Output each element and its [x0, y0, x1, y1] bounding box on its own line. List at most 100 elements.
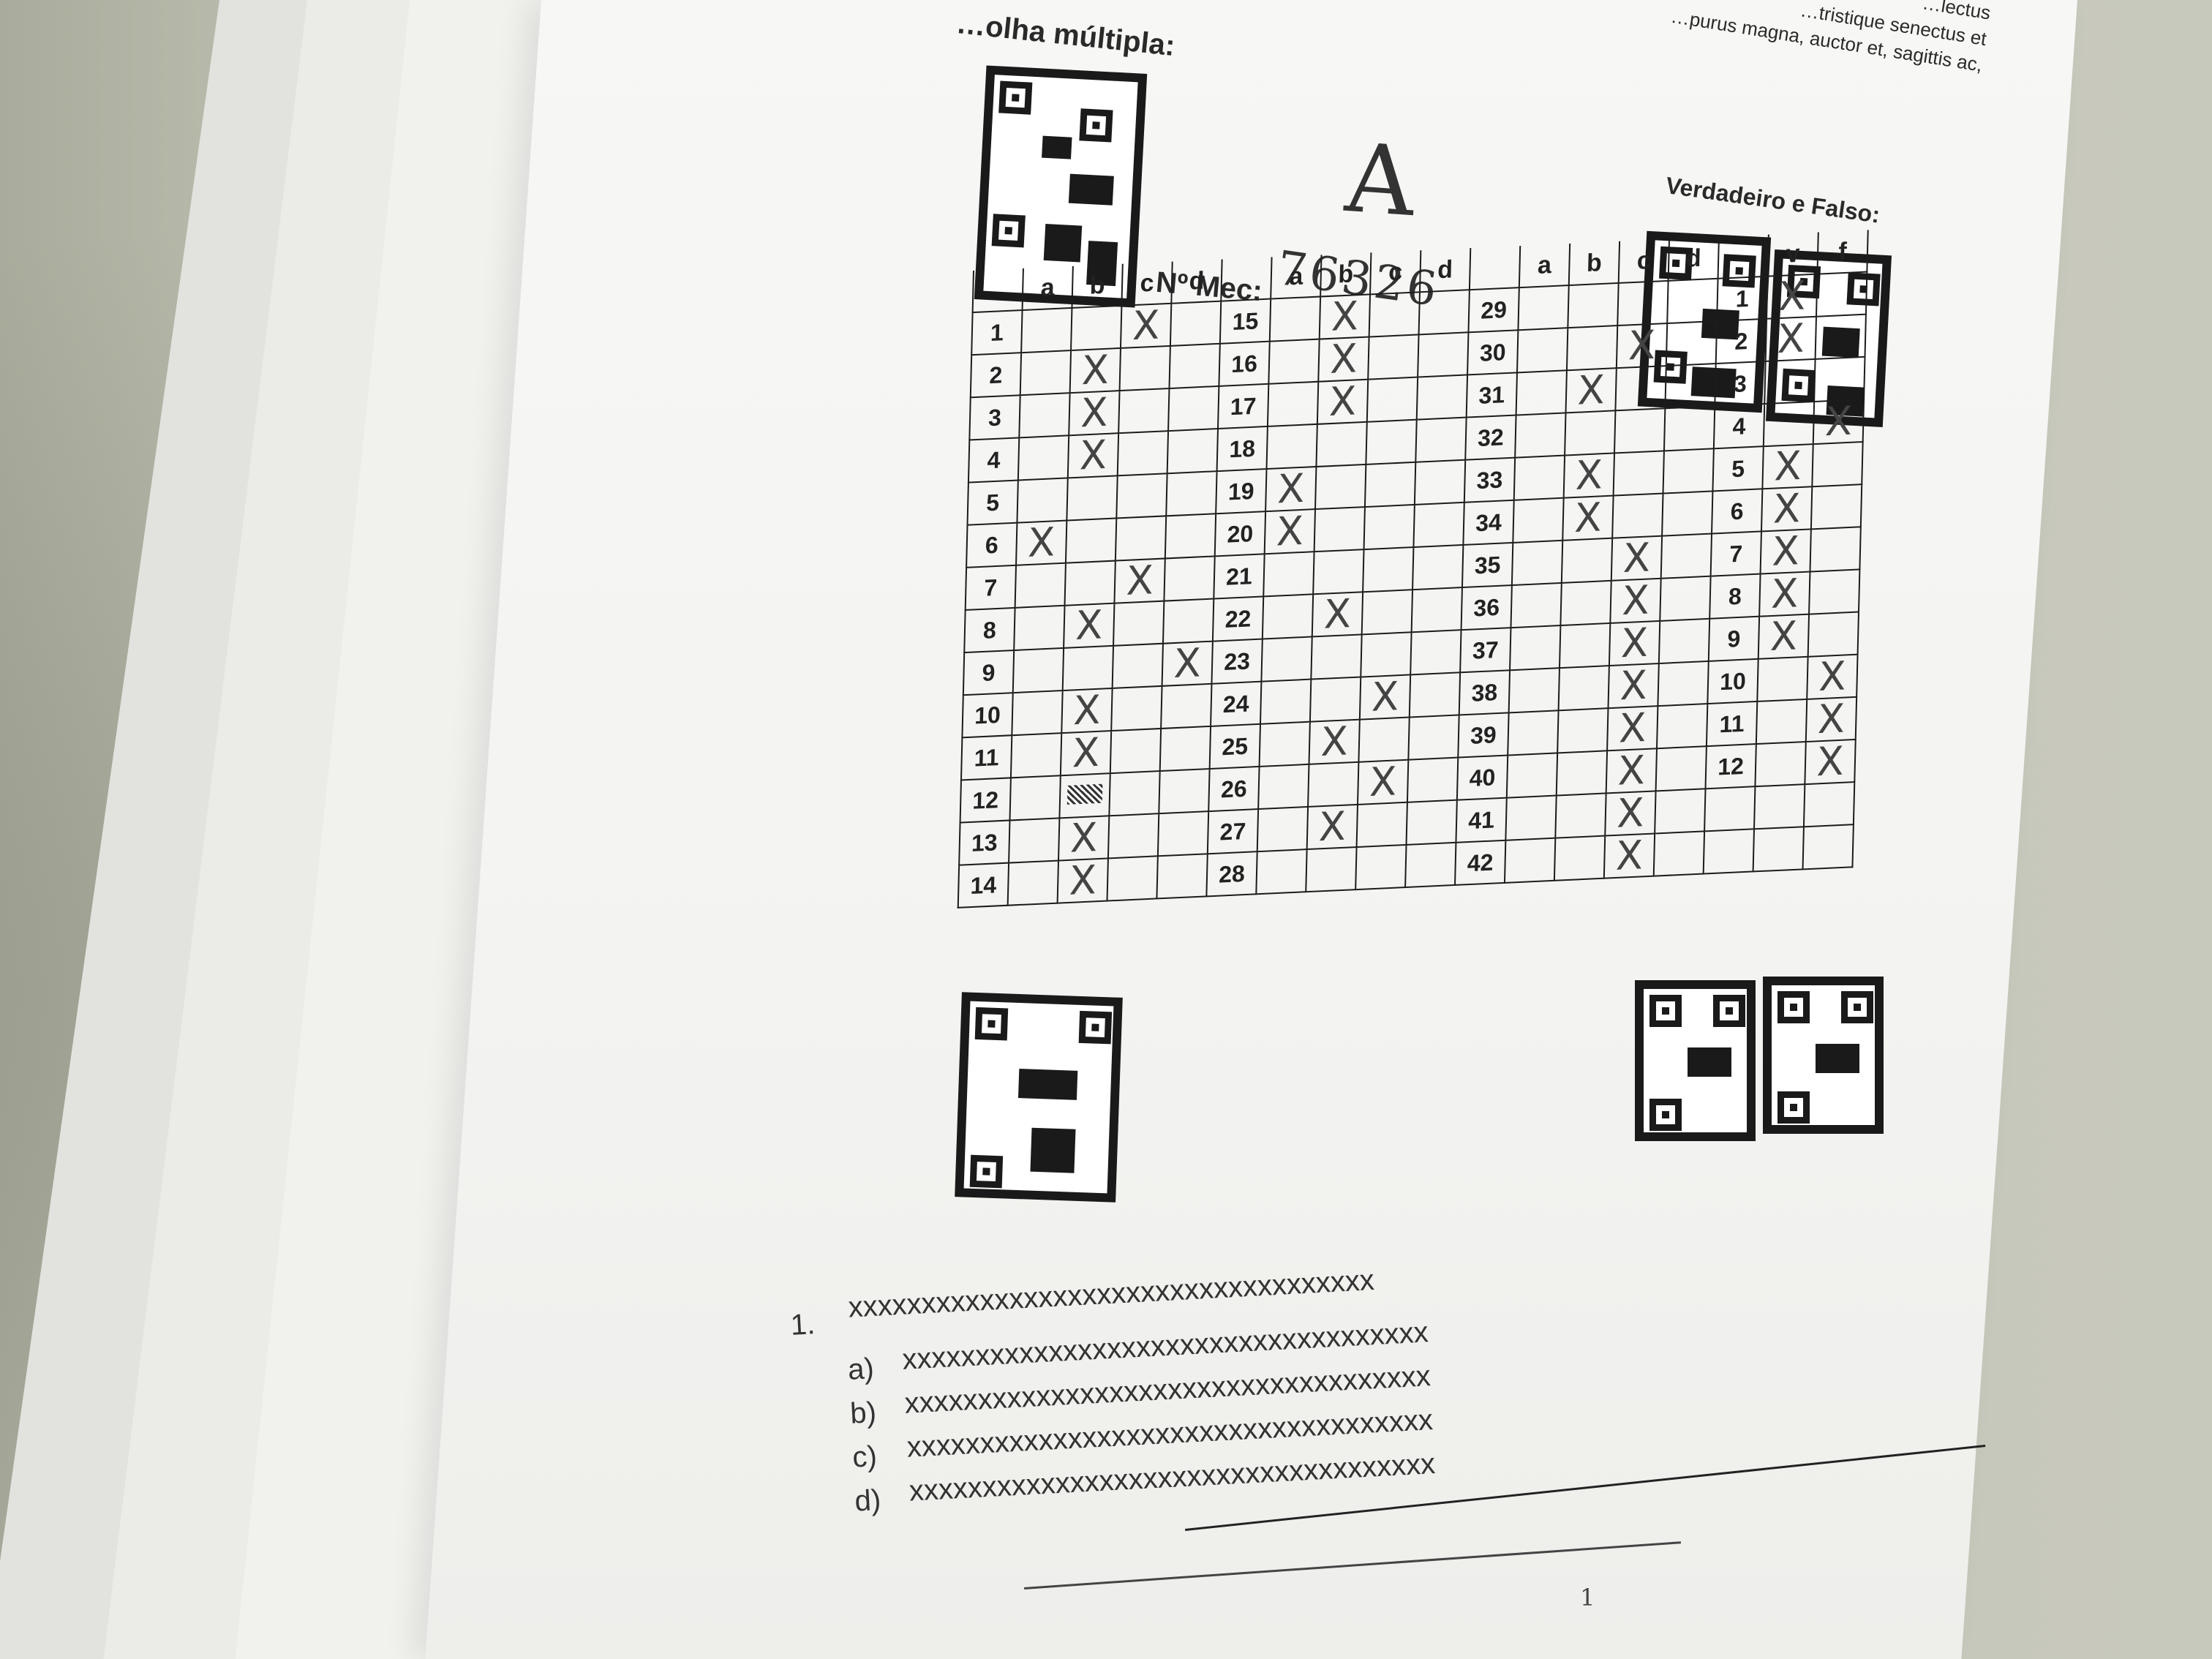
- block1-cell-a[interactable]: [1017, 435, 1069, 481]
- block1-cell-b[interactable]: X: [1069, 347, 1121, 394]
- block3-cell-b[interactable]: [1568, 282, 1619, 328]
- vf-cell-v[interactable]: [1757, 656, 1808, 701]
- block1-cell-b[interactable]: X: [1061, 687, 1113, 734]
- block3-cell-b[interactable]: [1560, 580, 1611, 626]
- block3-cell-b[interactable]: [1566, 326, 1618, 371]
- block1-cell-c[interactable]: [1110, 728, 1162, 774]
- block1-cell-b[interactable]: [1071, 305, 1122, 351]
- block2-cell-c[interactable]: [1363, 504, 1415, 550]
- block1-cell-b[interactable]: X: [1064, 601, 1115, 649]
- block2-cell-b[interactable]: X: [1317, 377, 1369, 425]
- block1-cell-c[interactable]: [1107, 856, 1158, 901]
- block2-cell-c[interactable]: [1356, 802, 1407, 848]
- block3-cell-a[interactable]: [1504, 838, 1556, 883]
- vf-cell-f[interactable]: X: [1805, 695, 1857, 742]
- block1-cell-c[interactable]: [1112, 643, 1163, 688]
- block1-cell-c[interactable]: [1113, 601, 1165, 646]
- block1-cell-a[interactable]: [1012, 691, 1063, 736]
- block1-cell-d[interactable]: X: [1162, 639, 1213, 687]
- vf-cell-f[interactable]: X: [1805, 738, 1856, 785]
- block3-cell-d[interactable]: [1666, 320, 1718, 366]
- block2-cell-d[interactable]: [1418, 290, 1470, 335]
- block2-cell-c[interactable]: [1364, 462, 1416, 508]
- block2-cell-c[interactable]: [1361, 632, 1412, 677]
- vf-cell-v[interactable]: [1755, 742, 1806, 787]
- block3-cell-c[interactable]: X: [1607, 704, 1658, 752]
- block1-cell-a[interactable]: [1012, 647, 1064, 693]
- block1-cell-c[interactable]: [1117, 431, 1169, 476]
- block1-cell-d[interactable]: [1156, 854, 1208, 899]
- block1-cell-c[interactable]: [1116, 473, 1167, 519]
- block3-cell-a[interactable]: [1511, 540, 1563, 586]
- block2-cell-d[interactable]: [1416, 375, 1468, 420]
- block3-cell-b[interactable]: [1561, 538, 1613, 583]
- block1-cell-a[interactable]: [1014, 605, 1065, 650]
- block3-cell-a[interactable]: [1516, 370, 1567, 415]
- vf-cell-f[interactable]: X: [1813, 398, 1865, 445]
- block2-cell-a[interactable]: [1266, 424, 1317, 470]
- vf-cell-f[interactable]: X: [1807, 652, 1858, 700]
- block3-cell-b[interactable]: [1554, 835, 1606, 881]
- block3-cell-a[interactable]: [1511, 582, 1562, 628]
- block1-cell-d[interactable]: [1161, 683, 1212, 729]
- block2-cell-b[interactable]: [1313, 549, 1364, 595]
- block2-cell-a[interactable]: [1261, 636, 1312, 682]
- block1-cell-d[interactable]: [1159, 726, 1211, 772]
- block1-cell-c[interactable]: [1109, 771, 1160, 816]
- block3-cell-d[interactable]: [1656, 704, 1708, 749]
- block1-cell-d[interactable]: [1165, 514, 1216, 559]
- block2-cell-b[interactable]: X: [1306, 803, 1358, 850]
- block3-cell-a[interactable]: [1508, 710, 1559, 756]
- block1-cell-a[interactable]: [1007, 860, 1058, 906]
- block1-cell-c[interactable]: [1118, 388, 1170, 434]
- block3-cell-c[interactable]: [1617, 280, 1669, 326]
- block1-cell-a[interactable]: [1010, 733, 1062, 778]
- vf-cell-v[interactable]: X: [1758, 612, 1810, 660]
- block3-cell-b[interactable]: [1555, 793, 1606, 838]
- block2-cell-b[interactable]: X: [1318, 335, 1369, 383]
- block2-cell-b[interactable]: [1314, 507, 1365, 552]
- block3-cell-a[interactable]: [1505, 795, 1557, 840]
- block2-cell-c[interactable]: X: [1359, 673, 1411, 721]
- block3-cell-a[interactable]: [1510, 625, 1561, 671]
- block2-cell-d[interactable]: [1406, 800, 1457, 845]
- block2-cell-a[interactable]: [1269, 296, 1321, 342]
- block2-cell-b[interactable]: [1306, 847, 1357, 892]
- block1-cell-a[interactable]: [1021, 307, 1072, 353]
- block1-cell-a[interactable]: [1019, 393, 1070, 438]
- vf-cell-v[interactable]: X: [1765, 315, 1816, 362]
- block2-cell-a[interactable]: [1259, 721, 1310, 767]
- block3-cell-d[interactable]: [1663, 406, 1715, 451]
- block2-cell-b[interactable]: [1309, 677, 1361, 722]
- block1-cell-b[interactable]: [1064, 560, 1116, 606]
- block2-cell-d[interactable]: [1410, 630, 1462, 675]
- block3-cell-a[interactable]: [1516, 328, 1568, 373]
- block2-cell-c[interactable]: [1355, 844, 1407, 890]
- block3-cell-c[interactable]: X: [1605, 789, 1656, 837]
- block2-cell-d[interactable]: [1412, 544, 1464, 590]
- vf-cell-v[interactable]: [1763, 402, 1815, 447]
- block1-cell-a[interactable]: X: [1016, 519, 1067, 566]
- block1-cell-d[interactable]: [1157, 811, 1209, 857]
- block2-cell-a[interactable]: X: [1264, 508, 1316, 555]
- block2-cell-d[interactable]: [1408, 715, 1459, 760]
- block2-cell-c[interactable]: X: [1357, 758, 1409, 805]
- block1-cell-d[interactable]: [1162, 598, 1214, 644]
- block1-cell-a[interactable]: [1020, 350, 1072, 396]
- block2-cell-d[interactable]: [1414, 459, 1466, 505]
- block2-cell-a[interactable]: [1256, 849, 1307, 895]
- block3-cell-d[interactable]: [1655, 746, 1707, 791]
- vf-cell-f[interactable]: [1812, 442, 1863, 487]
- block3-cell-a[interactable]: [1508, 668, 1560, 713]
- block1-cell-a[interactable]: [1017, 478, 1068, 523]
- block1-cell-b[interactable]: X: [1069, 389, 1120, 437]
- block2-cell-d[interactable]: [1407, 757, 1459, 802]
- block1-cell-c[interactable]: [1111, 685, 1162, 731]
- vf-cell-f[interactable]: [1810, 484, 1862, 530]
- block1-cell-d[interactable]: [1166, 471, 1217, 516]
- vf-cell-v[interactable]: [1764, 358, 1816, 405]
- block2-cell-a[interactable]: X: [1265, 465, 1317, 512]
- block2-cell-d[interactable]: [1415, 417, 1467, 462]
- block1-cell-b[interactable]: X: [1057, 857, 1108, 904]
- vf-cell-f[interactable]: [1802, 824, 1854, 870]
